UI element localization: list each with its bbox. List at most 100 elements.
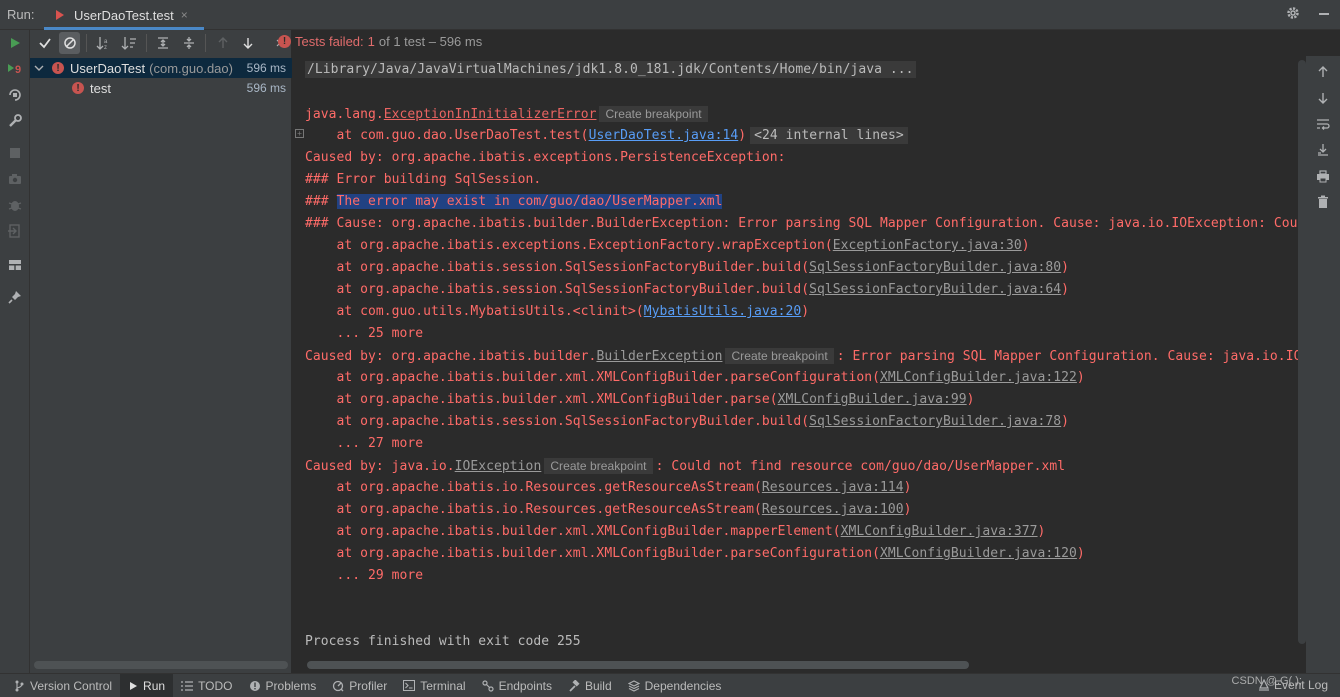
console-text: ) bbox=[966, 392, 975, 407]
down-stack-trace-icon[interactable] bbox=[1312, 87, 1334, 109]
tree-node-test[interactable]: ! test 596 ms bbox=[30, 78, 292, 98]
tab-endpoints[interactable]: Endpoints bbox=[474, 674, 560, 697]
source-link[interactable]: Resources.java:114 bbox=[762, 480, 904, 495]
print-icon[interactable] bbox=[1312, 165, 1334, 187]
sort-by-duration-icon[interactable] bbox=[119, 32, 140, 54]
gear-icon[interactable] bbox=[1286, 6, 1300, 20]
source-link[interactable]: ExceptionFactory.java:30 bbox=[833, 238, 1022, 253]
source-link[interactable]: SqlSessionFactoryBuilder.java:80 bbox=[809, 260, 1061, 275]
toggle-auto-test-icon[interactable] bbox=[4, 84, 26, 106]
source-link[interactable]: XMLConfigBuilder.java:122 bbox=[880, 370, 1077, 385]
console-text: : Error parsing SQL Mapper Configuration… bbox=[836, 349, 1302, 364]
source-link[interactable]: SqlSessionFactoryBuilder.java:78 bbox=[809, 414, 1061, 429]
console-text: ) bbox=[801, 304, 810, 319]
tab-run[interactable]: Run bbox=[120, 673, 174, 697]
stop-icon[interactable] bbox=[4, 142, 26, 164]
tab-version-control[interactable]: Version Control bbox=[0, 674, 120, 697]
test-status: ! Tests failed: 1 of 1 test – 596 ms bbox=[278, 34, 482, 49]
tab-todo[interactable]: TODO bbox=[173, 674, 240, 697]
source-link[interactable]: SqlSessionFactoryBuilder.java:64 bbox=[809, 282, 1061, 297]
minimize-icon[interactable] bbox=[1318, 6, 1330, 20]
tab-profiler[interactable]: Profiler bbox=[324, 674, 395, 697]
debug-bug-icon[interactable] bbox=[4, 194, 26, 216]
rerun-icon[interactable] bbox=[4, 32, 26, 54]
console-text: at org.apache.ibatis.builder.xml.XMLConf… bbox=[305, 370, 880, 385]
exception-class-link[interactable]: ExceptionInInitializerError bbox=[384, 107, 597, 122]
console-text: at com.guo.utils.MybatisUtils.<clinit>( bbox=[305, 304, 644, 319]
source-link[interactable]: XMLConfigBuilder.java:99 bbox=[778, 392, 967, 407]
camera-icon[interactable] bbox=[4, 168, 26, 190]
tab-label: Dependencies bbox=[644, 678, 722, 693]
fold-expand-icon[interactable]: + bbox=[295, 129, 304, 138]
selected-text[interactable]: The error may exist in com/guo/dao/UserM… bbox=[336, 194, 723, 209]
soft-wrap-icon[interactable] bbox=[1312, 113, 1334, 135]
wrench-icon[interactable] bbox=[4, 110, 26, 132]
test-failed-icon: ! bbox=[72, 82, 84, 94]
create-breakpoint-button[interactable]: Create breakpoint bbox=[599, 106, 708, 122]
pin-icon[interactable] bbox=[4, 286, 26, 308]
source-link[interactable]: Resources.java:100 bbox=[762, 502, 904, 517]
console-line: /Library/Java/JavaVirtualMachines/jdk1.8… bbox=[305, 60, 916, 80]
tab-problems[interactable]: Problems bbox=[241, 674, 325, 697]
tab-terminal[interactable]: Terminal bbox=[395, 674, 473, 697]
console-line: at org.apache.ibatis.builder.xml.XMLConf… bbox=[305, 390, 975, 410]
tree-horizontal-scrollbar[interactable] bbox=[34, 661, 288, 669]
tab-label: Event Log bbox=[1273, 678, 1328, 692]
source-link[interactable]: XMLConfigBuilder.java:377 bbox=[841, 524, 1038, 539]
console-vertical-scrollbar[interactable] bbox=[1298, 60, 1306, 644]
scroll-to-end-icon[interactable] bbox=[1312, 139, 1334, 161]
console-text: ) bbox=[1061, 282, 1070, 297]
trash-icon[interactable] bbox=[1312, 191, 1334, 213]
source-link[interactable]: MybatisUtils.java:20 bbox=[644, 304, 802, 319]
exception-class-link[interactable]: BuilderException bbox=[596, 349, 722, 364]
create-breakpoint-button[interactable]: Create breakpoint bbox=[725, 348, 834, 364]
console-line: ### The error may exist in com/guo/dao/U… bbox=[305, 192, 723, 212]
collapse-all-icon[interactable] bbox=[178, 32, 199, 54]
console-text: ) bbox=[738, 128, 747, 143]
previous-failed-icon[interactable] bbox=[212, 32, 233, 54]
tab-event-log[interactable]: Event Log bbox=[1258, 678, 1328, 692]
console-line: Caused by: org.apache.ibatis.builder.Bui… bbox=[305, 346, 1301, 366]
up-stack-trace-icon[interactable] bbox=[1312, 61, 1334, 83]
process-finished-line: Process finished with exit code 255 bbox=[305, 634, 581, 649]
console-horizontal-scrollbar[interactable] bbox=[307, 661, 969, 669]
console-line: at org.apache.ibatis.session.SqlSessionF… bbox=[305, 258, 1070, 278]
show-ignored-icon[interactable] bbox=[59, 32, 81, 54]
exception-class-link[interactable]: IOException bbox=[455, 459, 542, 474]
console-line: Caused by: org.apache.ibatis.exceptions.… bbox=[305, 150, 794, 165]
test-failed-icon: ! bbox=[52, 62, 64, 74]
console-output[interactable]: /Library/Java/JavaVirtualMachines/jdk1.8… bbox=[293, 56, 1306, 673]
console-text: at org.apache.ibatis.session.SqlSessionF… bbox=[305, 260, 810, 275]
tab-dependencies[interactable]: Dependencies bbox=[620, 674, 730, 697]
next-failed-icon[interactable] bbox=[238, 32, 259, 54]
chevron-down-icon[interactable] bbox=[34, 63, 44, 73]
console-text: ) bbox=[1076, 546, 1085, 561]
hammer-icon bbox=[569, 679, 580, 692]
console-right-toolbar bbox=[1306, 56, 1340, 673]
console-text: ) bbox=[903, 502, 912, 517]
exit-icon[interactable] bbox=[4, 220, 26, 242]
command-line-text[interactable]: /Library/Java/JavaVirtualMachines/jdk1.8… bbox=[305, 61, 916, 78]
show-passed-icon[interactable] bbox=[34, 32, 55, 54]
console-text: : Could not find resource com/guo/dao/Us… bbox=[655, 459, 1066, 474]
tab-userdaotest-test[interactable]: UserDaoTest.test × bbox=[44, 0, 204, 30]
source-link[interactable]: XMLConfigBuilder.java:120 bbox=[880, 546, 1077, 561]
tab-close-icon[interactable]: × bbox=[181, 8, 188, 22]
rerun-failed-icon[interactable]: 9 bbox=[4, 58, 26, 80]
tree-node-time: 596 ms bbox=[246, 81, 286, 95]
run-title-bar: Run: UserDaoTest.test × bbox=[0, 0, 1340, 30]
tree-node-userdaotest[interactable]: ! UserDaoTest (com.guo.dao) 596 ms bbox=[30, 58, 292, 78]
tab-build[interactable]: Build bbox=[560, 674, 620, 697]
internal-lines-fold[interactable]: <24 internal lines> bbox=[750, 127, 908, 144]
console-line: ### Error building SqlSession. bbox=[305, 172, 542, 187]
sort-alphabetically-icon[interactable]: az bbox=[93, 32, 114, 54]
console-text: at org.apache.ibatis.builder.xml.XMLConf… bbox=[305, 524, 841, 539]
tab-label: Run bbox=[143, 678, 166, 693]
create-breakpoint-button[interactable]: Create breakpoint bbox=[544, 458, 653, 474]
source-link[interactable]: UserDaoTest.java:14 bbox=[589, 128, 739, 143]
layout-icon[interactable] bbox=[4, 254, 26, 276]
tests-failed-label: Tests failed: bbox=[295, 34, 364, 49]
expand-all-icon[interactable] bbox=[153, 32, 174, 54]
tab-title: UserDaoTest.test bbox=[74, 7, 174, 23]
tab-label: Terminal bbox=[420, 678, 466, 693]
